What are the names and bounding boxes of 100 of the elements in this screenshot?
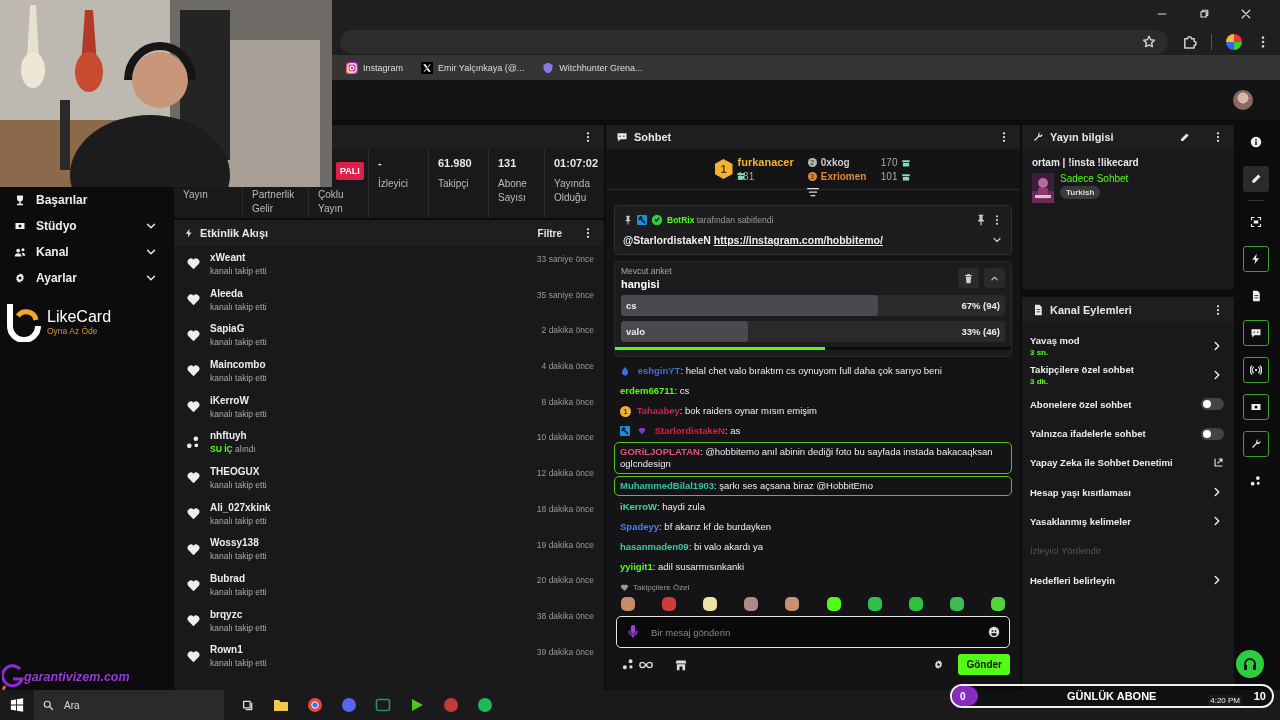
emote-icon[interactable] xyxy=(620,596,636,612)
extensions-icon[interactable] xyxy=(1182,34,1197,49)
pinned-by: BotRix tarafından sabitlendi xyxy=(667,215,774,225)
stat-value: 61.980 xyxy=(438,157,473,169)
filter-button[interactable]: Filtre xyxy=(537,227,562,239)
channel-action[interactable]: Abonelere özel sohbet xyxy=(1030,389,1224,419)
stat-label: Yayında Olduğu xyxy=(554,177,591,204)
discord-app-icon[interactable] xyxy=(341,697,357,713)
emote-icon[interactable] xyxy=(866,596,883,612)
emote-icon[interactable] xyxy=(702,596,719,612)
emote-icon[interactable] xyxy=(825,596,842,612)
channel-action[interactable]: Yavaş mod 3 sn. xyxy=(1030,331,1224,361)
heart-icon xyxy=(186,292,201,308)
gem-badge-icon xyxy=(638,427,646,436)
trophy-icon xyxy=(14,194,26,206)
category-link[interactable]: Sadece Sohbet xyxy=(1060,173,1129,184)
rail-button[interactable] xyxy=(1243,431,1269,457)
record-app-icon[interactable] xyxy=(443,697,459,713)
sidebar-item[interactable]: Başarılar xyxy=(0,187,172,213)
camera-icon xyxy=(1250,401,1262,413)
event-user: THEOGUX xyxy=(210,465,261,477)
channel-actions-icon xyxy=(1032,304,1044,316)
stat-value: 131 xyxy=(498,157,518,169)
rail-button[interactable] xyxy=(1243,166,1269,192)
channel-action[interactable]: Hedefleri belirleyin xyxy=(1030,565,1224,595)
clock: 4:20 PM xyxy=(1208,695,1242,706)
sidebar-item[interactable]: Stüdyo xyxy=(0,213,172,239)
emote-icon[interactable] xyxy=(948,596,965,612)
store-icon[interactable] xyxy=(675,658,687,671)
rail-button[interactable] xyxy=(1243,320,1269,346)
channel-action[interactable]: Yalnızca ifadelerle sohbet xyxy=(1030,418,1224,449)
event-time: 20 dakika önce xyxy=(536,575,594,586)
restore-icon[interactable] xyxy=(1198,8,1210,20)
bookmark-star-icon[interactable] xyxy=(1142,34,1156,49)
reward-icon xyxy=(186,434,201,450)
profile-avatar[interactable] xyxy=(1226,33,1242,50)
delete-poll-button[interactable] xyxy=(958,268,979,288)
event-detail: kanalı takip etti xyxy=(210,622,268,633)
event-user: Rown1 xyxy=(210,644,244,656)
rail-button[interactable] xyxy=(1243,246,1269,272)
folder-app-icon[interactable] xyxy=(273,697,289,713)
search-icon xyxy=(42,699,54,711)
channel-action[interactable]: Yasaklanmış kelimeler xyxy=(1030,506,1224,537)
toggle-switch[interactable] xyxy=(1201,398,1224,411)
instagram-link[interactable]: https://instagram.com/hobbitemo/ xyxy=(713,234,883,246)
rail-button[interactable] xyxy=(1243,394,1269,420)
chat-icon xyxy=(616,131,628,143)
bookmark[interactable]: Instagram xyxy=(346,61,404,74)
emote-icon[interactable] xyxy=(743,596,760,612)
leader-name: furkanacer xyxy=(737,156,794,168)
unpin-icon[interactable] xyxy=(975,214,987,226)
leader-name: 0xkog xyxy=(820,156,851,168)
poll-option[interactable]: cs 67% (94) xyxy=(621,295,1005,316)
emote-icon[interactable] xyxy=(990,596,1006,612)
toggle-switch[interactable] xyxy=(1201,427,1224,440)
taskbar-search-field[interactable]: Ara xyxy=(34,690,224,720)
task-view-icon[interactable] xyxy=(242,698,255,712)
poll-option[interactable]: valo 33% (46) xyxy=(621,321,1005,342)
stat-label: Çoklu Yayın xyxy=(318,188,345,215)
chrome-app-icon[interactable] xyxy=(307,697,323,713)
collapse-button[interactable] xyxy=(984,268,1005,288)
settings-icon[interactable] xyxy=(933,659,945,670)
people-icon xyxy=(14,246,26,258)
support-button[interactable] xyxy=(1236,650,1264,678)
points-icon[interactable] xyxy=(622,658,635,671)
close-icon[interactable] xyxy=(1240,8,1252,20)
bolt-icon xyxy=(1250,253,1262,265)
sidebar-item[interactable]: Kanal xyxy=(0,239,172,265)
channel-action[interactable]: Yapay Zeka ile Sohbet Denetimi xyxy=(1030,448,1224,478)
game-app-icon[interactable] xyxy=(409,697,425,713)
bookmark[interactable]: Emir Yalçınkaya (@... xyxy=(421,61,525,74)
emote-icon[interactable] xyxy=(907,596,924,612)
sidebar-item[interactable]: Ayarlar xyxy=(0,265,172,291)
drop-badge-icon xyxy=(620,366,630,377)
event-detail: kanalı takip etti xyxy=(210,587,268,598)
heart-icon xyxy=(620,583,629,592)
event-user: Bubrad xyxy=(210,573,246,585)
xbox-app-icon[interactable] xyxy=(375,697,391,713)
bookmark[interactable]: Witchhunter Grena... xyxy=(542,61,643,74)
capture-icon xyxy=(1250,216,1262,228)
event-time: 35 saniye önce xyxy=(536,289,594,300)
emoji-icon[interactable] xyxy=(988,626,1000,638)
channel-action[interactable]: Hesap yaşı kısıtlaması xyxy=(1030,477,1224,507)
emote-icon[interactable] xyxy=(784,596,801,612)
microphone-icon[interactable] xyxy=(626,625,640,639)
event-user: Ali_027xkink xyxy=(210,501,272,513)
user-avatar[interactable] xyxy=(1233,90,1253,110)
poll-question: hangisi xyxy=(621,278,661,290)
tag[interactable]: Turkish xyxy=(1060,186,1101,199)
chat-message: erdem66711: cs xyxy=(619,384,691,398)
edit-icon[interactable] xyxy=(1179,131,1190,143)
spotify-app-icon[interactable] xyxy=(477,697,493,713)
sponsor-name: LikeCard xyxy=(47,308,112,326)
message-input[interactable]: Bir mesaj gönderin xyxy=(616,616,1010,648)
settings-icon xyxy=(14,272,26,284)
windows-start-icon[interactable] xyxy=(10,698,24,712)
rail-button[interactable] xyxy=(1243,357,1269,383)
channel-action[interactable]: Takipçilere özel sohbet 3 dk. xyxy=(1030,360,1224,390)
send-button[interactable]: Gönder xyxy=(958,654,1010,675)
mod-badge-icon xyxy=(620,426,630,437)
